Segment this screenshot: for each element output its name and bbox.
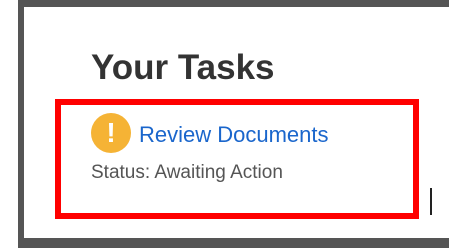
panel-border-bottom [18,238,449,248]
task-status-text: Status: Awaiting Action [91,162,283,183]
review-documents-link[interactable]: Review Documents [139,124,329,146]
text-cursor-caret [430,188,432,215]
panel-border-top [18,0,449,7]
panel-border-left [18,0,24,248]
task-panel: Your Tasks ! Review Documents Status: Aw… [0,0,449,248]
page-title: Your Tasks [91,48,275,87]
exclamation-alert-icon: ! [91,113,131,153]
